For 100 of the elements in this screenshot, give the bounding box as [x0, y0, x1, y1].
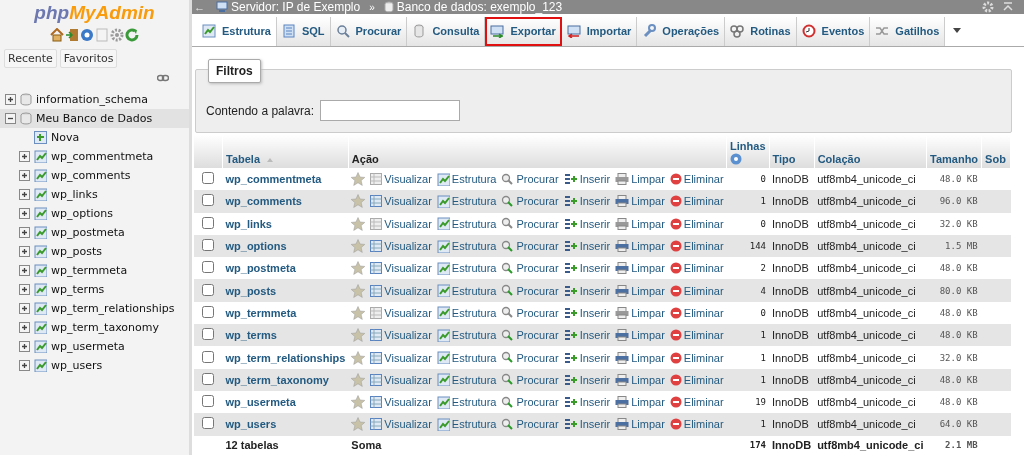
table-item[interactable]: wp_terms — [0, 280, 189, 299]
column-header[interactable]: Colação — [817, 153, 861, 165]
action-link[interactable]: Eliminar — [669, 240, 724, 253]
tab[interactable]: SQL — [276, 16, 331, 46]
action-link[interactable]: Limpar — [615, 217, 665, 230]
action-link[interactable]: Visualizar — [370, 195, 432, 208]
action-link[interactable]: Estrutura — [436, 328, 497, 342]
sidebar-button[interactable]: Recente — [4, 49, 57, 68]
action-link[interactable]: Limpar — [615, 284, 665, 297]
action-link[interactable]: Visualizar — [370, 217, 432, 230]
action-link[interactable]: Eliminar — [669, 306, 724, 319]
action-link[interactable]: Limpar — [615, 373, 665, 386]
action-link[interactable]: Visualizar — [370, 351, 432, 364]
action-link[interactable]: Procurar — [501, 217, 559, 231]
database-item[interactable]: Meu Banco de Dados — [0, 109, 189, 128]
action-link[interactable]: Inserir — [563, 217, 611, 230]
action-link[interactable]: Estrutura — [436, 373, 497, 387]
action-link[interactable]: Procurar — [501, 395, 559, 409]
sidebar-button[interactable]: Favoritos — [59, 49, 118, 68]
action-link[interactable]: Visualizar — [370, 373, 432, 386]
tab[interactable]: Gatilhos — [870, 16, 946, 46]
action-link[interactable]: Procurar — [501, 417, 559, 431]
row-checkbox[interactable] — [202, 283, 215, 296]
action-link[interactable]: Eliminar — [669, 173, 724, 186]
action-link[interactable]: Limpar — [615, 351, 665, 364]
action-link[interactable]: Inserir — [563, 306, 611, 319]
action-link[interactable]: Inserir — [563, 396, 611, 409]
action-link[interactable]: Procurar — [501, 351, 559, 364]
action-link[interactable]: Inserir — [563, 262, 611, 275]
action-link[interactable]: Estrutura — [436, 284, 497, 298]
tab[interactable]: Importar — [561, 16, 638, 46]
action-link[interactable]: Limpar — [615, 173, 665, 186]
row-checkbox[interactable] — [202, 417, 215, 430]
action-link[interactable]: Visualizar — [370, 173, 432, 186]
breadcrumb-link[interactable]: Servidor: IP de Exemplo — [231, 0, 361, 14]
action-link[interactable]: Estrutura — [436, 395, 497, 409]
search-field[interactable] — [320, 100, 461, 121]
action-link[interactable]: Visualizar — [370, 240, 432, 253]
action-link[interactable]: Inserir — [563, 284, 611, 297]
action-link[interactable]: Estrutura — [436, 217, 497, 231]
row-checkbox[interactable] — [202, 350, 215, 363]
row-checkbox[interactable] — [202, 172, 215, 185]
action-link[interactable]: Estrutura — [436, 172, 497, 186]
action-link[interactable]: Estrutura — [436, 194, 497, 208]
action-link[interactable]: Inserir — [563, 351, 611, 364]
action-link[interactable]: Procurar — [501, 194, 559, 208]
row-checkbox[interactable] — [202, 328, 215, 341]
action-link[interactable]: Visualizar — [370, 396, 432, 409]
row-checkbox[interactable] — [202, 194, 215, 207]
action-link[interactable]: Limpar — [615, 240, 665, 253]
table-item[interactable]: wp_postmeta — [0, 223, 189, 242]
breadcrumb-link[interactable]: Banco de dados: exemplo_123 — [396, 0, 563, 14]
table-name-link[interactable]: wp_usermeta — [225, 396, 296, 409]
action-link[interactable]: Procurar — [501, 284, 559, 298]
action-link[interactable]: Estrutura — [436, 417, 497, 431]
table-name-link[interactable]: wp_links — [225, 217, 272, 230]
table-name-link[interactable]: wp_term_relationships — [225, 351, 346, 364]
table-item[interactable]: wp_users — [0, 356, 189, 375]
action-link[interactable]: Estrutura — [436, 261, 497, 275]
tab[interactable]: Operações — [637, 16, 726, 46]
action-link[interactable]: Inserir — [563, 195, 611, 208]
action-link[interactable]: Eliminar — [669, 418, 724, 431]
row-checkbox[interactable] — [202, 305, 215, 318]
column-header[interactable]: Tabela — [226, 153, 261, 165]
action-link[interactable]: Inserir — [563, 418, 611, 431]
action-link[interactable]: Visualizar — [370, 284, 432, 297]
action-link[interactable]: Procurar — [501, 239, 559, 253]
row-checkbox[interactable] — [202, 239, 215, 252]
tab[interactable]: Eventos — [796, 16, 871, 46]
table-item[interactable]: wp_term_relationships — [0, 299, 189, 318]
action-link[interactable]: Procurar — [501, 328, 559, 342]
action-link[interactable]: Limpar — [615, 329, 665, 342]
action-link[interactable]: Limpar — [615, 306, 665, 319]
action-link[interactable]: Inserir — [563, 173, 611, 186]
action-link[interactable]: Estrutura — [436, 351, 497, 364]
tab[interactable]: Consulta — [407, 16, 486, 46]
tab[interactable]: Exportar — [485, 16, 562, 46]
new-table-link[interactable]: Nova — [0, 128, 189, 147]
table-item[interactable]: wp_options — [0, 204, 189, 223]
action-link[interactable]: Eliminar — [669, 284, 724, 297]
action-link[interactable]: Eliminar — [669, 351, 724, 364]
column-header[interactable]: Tipo — [772, 153, 796, 165]
action-link[interactable]: Limpar — [615, 418, 665, 431]
action-link[interactable]: Inserir — [563, 329, 611, 342]
tab[interactable]: Rotinas — [725, 16, 797, 46]
action-link[interactable]: Eliminar — [669, 195, 724, 208]
table-name-link[interactable]: wp_postmeta — [225, 262, 296, 275]
row-checkbox[interactable] — [202, 372, 215, 385]
action-link[interactable]: Limpar — [615, 262, 665, 275]
action-link[interactable]: Procurar — [501, 373, 559, 387]
action-link[interactable]: Eliminar — [669, 329, 724, 342]
tab[interactable]: Procurar — [330, 16, 408, 46]
action-link[interactable]: Limpar — [615, 195, 665, 208]
row-checkbox[interactable] — [202, 395, 215, 408]
action-link[interactable]: Eliminar — [669, 217, 724, 230]
table-item[interactable]: wp_usermeta — [0, 337, 189, 356]
action-link[interactable]: Estrutura — [436, 239, 497, 253]
table-name-link[interactable]: wp_termmeta — [225, 306, 297, 319]
table-item[interactable]: wp_comments — [0, 166, 189, 185]
table-name-link[interactable]: wp_commentmeta — [225, 173, 322, 186]
